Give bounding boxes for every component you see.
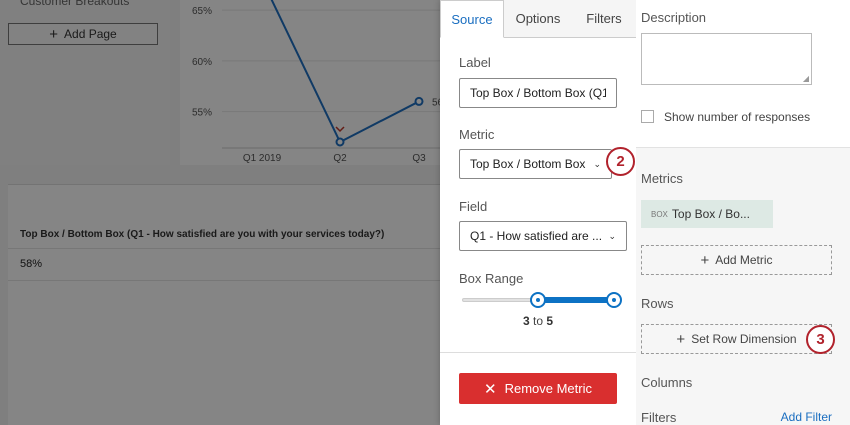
field-select-value: Q1 - How satisfied are ...: [470, 229, 603, 243]
tab-options[interactable]: Options: [504, 0, 572, 37]
metric-field-title: Metric: [459, 127, 495, 142]
data-point: [414, 96, 424, 106]
popover-tabs: Source Options Filters: [440, 0, 636, 38]
metrics-title: Metrics: [641, 171, 683, 186]
add-metric-button[interactable]: + Add Metric: [641, 245, 832, 275]
field-select[interactable]: Q1 - How satisfied are ... ⌄: [459, 221, 627, 251]
range-connector: to: [532, 314, 543, 328]
y-tick-label: 55%: [192, 108, 212, 119]
series-line: [270, 0, 420, 144]
box-range-readout: 3 to 5: [440, 314, 636, 328]
table-cell-value: 58%: [20, 258, 43, 270]
description-title: Description: [641, 10, 707, 25]
metric-editor-popover: Source Options Filters Label Metric Top …: [440, 0, 636, 425]
table-divider: [8, 280, 440, 281]
box-range-title: Box Range: [459, 271, 524, 286]
range-from-value: 3: [522, 314, 530, 328]
columns-title: Columns: [641, 375, 693, 390]
plus-icon: +: [700, 251, 710, 269]
box-range-slider[interactable]: [462, 292, 622, 308]
popover-divider: [440, 352, 636, 353]
x-tick-label: Q3: [412, 153, 426, 164]
rows-title: Rows: [641, 296, 674, 311]
x-tick-label: Q2: [333, 153, 347, 164]
data-point: [335, 137, 345, 147]
line-chart-widget[interactable]: 65% 60% 55% 56 Q1 2019 Q2 Q3: [180, 0, 440, 165]
filters-title: Filters: [641, 410, 677, 425]
widget-header-strip: [8, 165, 440, 185]
metric-select[interactable]: Top Box / Bottom Box ⌄: [459, 149, 612, 179]
data-label: 56: [432, 97, 440, 108]
plus-icon: +: [676, 330, 686, 348]
low-marker-icon: [335, 126, 345, 133]
metric-chip[interactable]: BOX Top Box / Bo...: [641, 200, 773, 228]
pages-panel: Customer Breakouts + Add Page: [0, 0, 170, 165]
tab-source[interactable]: Source: [440, 0, 504, 38]
slider-handle-min[interactable]: [530, 292, 546, 308]
metric-type-tag: BOX: [651, 209, 668, 219]
set-row-dimension-label: Set Row Dimension: [691, 332, 797, 346]
chevron-down-icon: ⌄: [608, 230, 616, 241]
y-tick-label: 65%: [192, 6, 212, 17]
tab-filters[interactable]: Filters: [572, 0, 636, 37]
line-chart: 65% 60% 55% 56 Q1 2019 Q2 Q3: [192, 0, 440, 164]
step-callout-badge: 3: [806, 325, 835, 354]
show-responses-label: Show number of responses: [664, 110, 811, 124]
plus-icon: +: [49, 25, 59, 43]
widget-settings-panel: Description ◢ Show number of responses M…: [636, 0, 850, 425]
add-filter-link[interactable]: Add Filter: [781, 410, 832, 424]
table-divider: [8, 248, 440, 249]
set-row-dimension-button[interactable]: + Set Row Dimension: [641, 324, 832, 354]
close-icon: ✕: [484, 380, 497, 398]
step-callout-badge: 2: [606, 147, 635, 176]
table-widget[interactable]: Top Box / Bottom Box (Q1 - How satisfied…: [8, 165, 440, 425]
show-responses-checkbox[interactable]: [641, 110, 654, 123]
y-tick-label: 60%: [192, 57, 212, 68]
x-tick-label: Q1 2019: [243, 153, 282, 164]
slider-handle-max[interactable]: [606, 292, 622, 308]
add-page-label: Add Page: [64, 27, 117, 41]
description-textarea[interactable]: ◢: [641, 33, 812, 85]
range-to-value: 5: [546, 314, 554, 328]
add-page-button[interactable]: + Add Page: [8, 23, 158, 45]
field-title: Field: [459, 199, 488, 214]
remove-metric-label: Remove Metric: [504, 381, 592, 396]
resize-grip-icon: ◢: [802, 74, 809, 83]
chevron-down-icon: ⌄: [593, 158, 601, 169]
remove-metric-button[interactable]: ✕ Remove Metric: [459, 373, 617, 404]
label-input[interactable]: [459, 78, 617, 108]
table-column-header: Top Box / Bottom Box (Q1 - How satisfied…: [20, 229, 385, 240]
metric-select-value: Top Box / Bottom Box: [470, 157, 586, 171]
add-metric-label: Add Metric: [715, 253, 773, 267]
slider-fill: [538, 297, 614, 303]
label-field-title: Label: [459, 55, 491, 70]
page-list-item[interactable]: Customer Breakouts: [20, 0, 129, 8]
metric-chip-label: Top Box / Bo...: [671, 207, 750, 221]
